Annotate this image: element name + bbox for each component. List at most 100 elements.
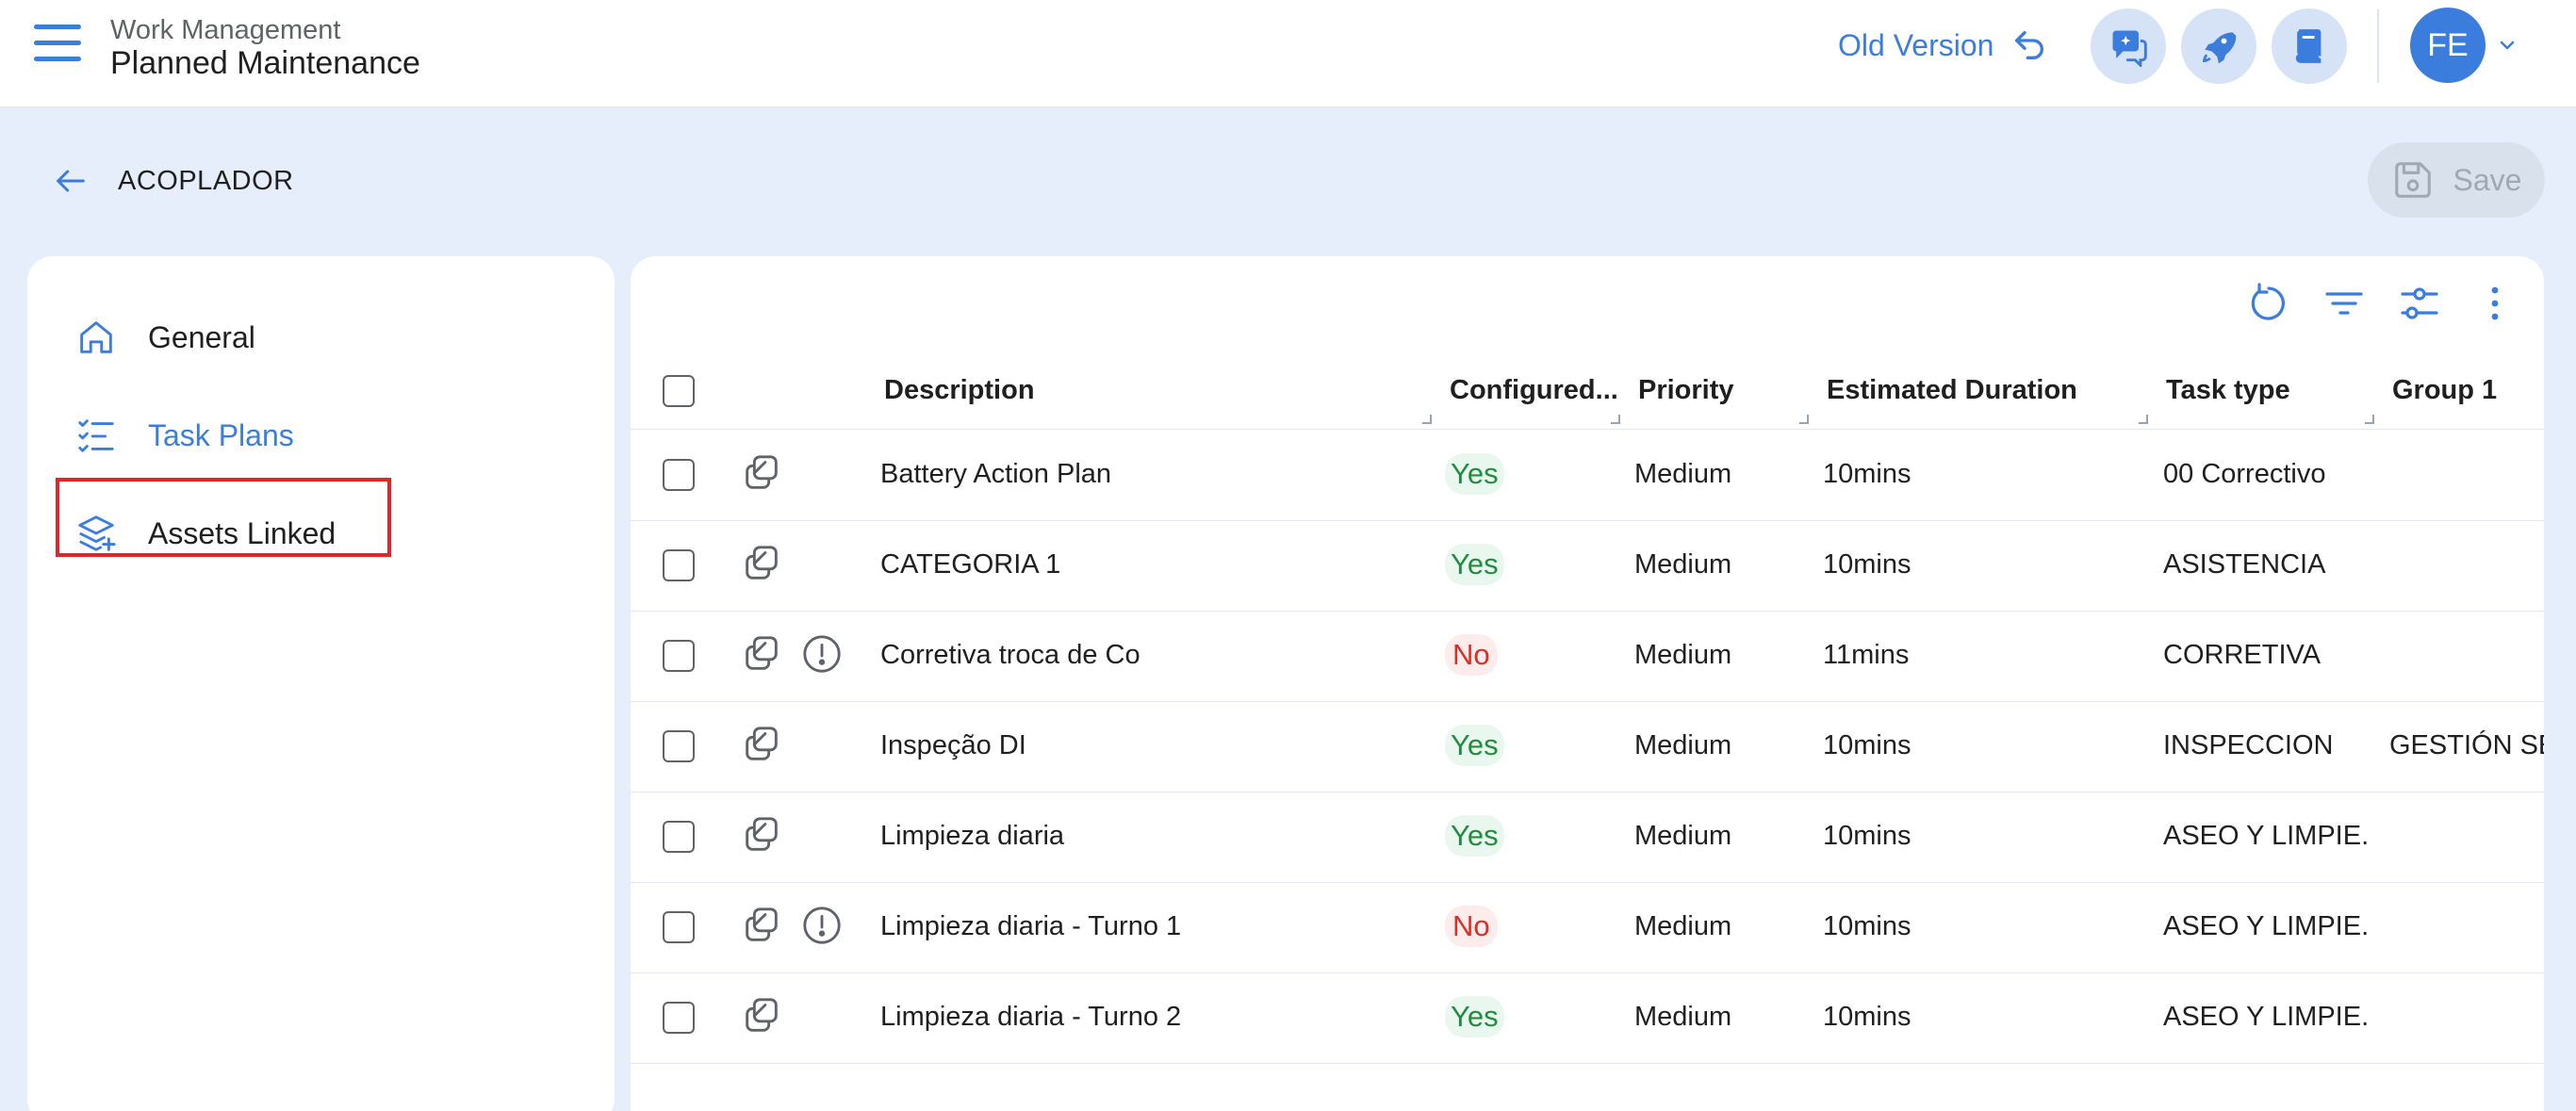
description-cell[interactable]: Inspeção DI — [880, 730, 1408, 761]
sliders-icon[interactable] — [2397, 281, 2442, 326]
configured-badge: No — [1445, 634, 1498, 676]
table-row[interactable]: Limpieza diaria - Turno 2 Yes Medium 10mins… — [631, 973, 2544, 1064]
menu-icon[interactable] — [34, 25, 81, 66]
duplicate-icon[interactable] — [740, 904, 783, 947]
priority-cell: Medium — [1634, 821, 1732, 851]
group-1-cell: GESTIÓN SEF — [2389, 730, 2544, 760]
chat-sparkle-icon — [2112, 30, 2147, 67]
column-resize-handle[interactable] — [1799, 415, 1809, 424]
task-type-cell: ASEO Y LIMPIE... — [2163, 1002, 2371, 1032]
column-header-task-type[interactable]: Task type — [2166, 375, 2290, 406]
top-bar: Work Management Planned Maintenance Old … — [0, 0, 2576, 107]
configured-badge: Yes — [1445, 725, 1504, 766]
row-checkbox[interactable] — [663, 459, 695, 491]
priority-cell: Medium — [1634, 1002, 1732, 1032]
table-row[interactable]: CATEGORIA 1 Yes Medium 10mins ASISTENCIA — [631, 521, 2544, 612]
configured-badge: Yes — [1445, 544, 1504, 585]
old-version-label: Old Version — [1838, 27, 1994, 62]
description-cell[interactable]: CATEGORIA 1 — [880, 549, 1408, 580]
description-cell[interactable]: Limpieza diaria — [880, 821, 1408, 852]
docs-button[interactable] — [2272, 8, 2347, 84]
description-cell[interactable]: Corretiva troca de Co — [880, 640, 1408, 671]
column-resize-handle[interactable] — [1422, 415, 1432, 424]
warning-icon[interactable] — [800, 632, 844, 676]
save-button[interactable]: Save — [2368, 142, 2545, 218]
duration-cell: 10mins — [1823, 1002, 1911, 1032]
task-type-cell: 00 Correctivo — [2163, 459, 2326, 489]
duration-cell: 10mins — [1823, 730, 1911, 760]
duplicate-icon[interactable] — [740, 813, 783, 857]
select-all-checkbox[interactable] — [663, 375, 695, 407]
description-cell[interactable]: Limpieza diaria - Turno 2 — [880, 1002, 1408, 1033]
duration-cell: 10mins — [1823, 821, 1911, 851]
table-header: Description Configured... Priority Estim… — [631, 354, 2544, 430]
duplicate-icon[interactable] — [740, 994, 783, 1037]
book-icon — [2295, 29, 2322, 63]
sidebar-item-general[interactable]: General — [27, 300, 612, 375]
column-resize-handle[interactable] — [2139, 415, 2148, 424]
task-plans-table-panel: Description Configured... Priority Estim… — [631, 256, 2544, 1111]
priority-cell: Medium — [1634, 549, 1732, 580]
row-checkbox[interactable] — [663, 1002, 695, 1034]
table-row[interactable]: Battery Action Plan Yes Medium 10mins 00 Cor… — [631, 431, 2544, 521]
table-row[interactable]: Limpieza diaria - Turno 1 No Medium 10mins A… — [631, 883, 2544, 973]
ai-chat-button[interactable] — [2091, 8, 2166, 84]
asset-name: ACOPLADOR — [118, 166, 294, 196]
back-arrow-icon[interactable] — [49, 162, 92, 200]
priority-cell: Medium — [1634, 640, 1732, 670]
page-title: Planned Maintenance — [110, 45, 420, 81]
description-cell[interactable]: Battery Action Plan — [880, 459, 1408, 490]
priority-cell: Medium — [1634, 730, 1732, 760]
table-row[interactable]: Corretiva troca de Co No Medium 11mins CORRE… — [631, 612, 2544, 702]
duration-cell: 11mins — [1823, 640, 1910, 670]
duplicate-icon[interactable] — [740, 451, 783, 495]
header-divider — [2377, 9, 2379, 83]
chevron-down-icon[interactable] — [2496, 34, 2519, 57]
column-header-group-1[interactable]: Group 1 — [2392, 375, 2497, 406]
column-header-configured[interactable]: Configured... — [1450, 375, 1618, 406]
duplicate-icon[interactable] — [740, 723, 783, 766]
column-header-estimated-duration[interactable]: Estimated Duration — [1827, 375, 2077, 406]
row-checkbox[interactable] — [663, 730, 695, 762]
duplicate-icon[interactable] — [740, 632, 783, 676]
sidebar: General Task Plans Assets Linked — [27, 256, 615, 1111]
row-checkbox[interactable] — [663, 549, 695, 581]
more-vertical-icon[interactable] — [2472, 281, 2518, 326]
column-header-priority[interactable]: Priority — [1638, 375, 1734, 406]
description-cell[interactable]: Limpieza diaria - Turno 1 — [880, 911, 1408, 942]
old-version-link[interactable]: Old Version — [1838, 25, 2048, 66]
duplicate-icon[interactable] — [740, 542, 783, 585]
avatar[interactable]: FE — [2410, 8, 2486, 83]
row-checkbox[interactable] — [663, 821, 695, 853]
row-checkbox[interactable] — [663, 640, 695, 672]
table-row[interactable]: Inspeção DI Yes Medium 10mins INSPECCION GEST… — [631, 702, 2544, 792]
task-type-cell: ASISTENCIA — [2163, 549, 2326, 580]
duration-cell: 10mins — [1823, 459, 1911, 489]
configured-badge: Yes — [1445, 815, 1504, 857]
task-type-cell: CORRETIVA — [2163, 640, 2322, 670]
column-header-description[interactable]: Description — [884, 375, 1035, 406]
home-icon — [80, 321, 112, 353]
save-label: Save — [2453, 162, 2522, 197]
configured-badge: Yes — [1445, 453, 1504, 495]
sidebar-item-label: General — [148, 319, 255, 354]
task-type-cell: ASEO Y LIMPIE... — [2163, 911, 2371, 941]
floppy-disk-icon — [2394, 162, 2431, 198]
duration-cell: 10mins — [1823, 911, 1911, 941]
duration-cell: 10mins — [1823, 549, 1911, 580]
sidebar-item-label: Task Plans — [148, 417, 294, 452]
priority-cell: Medium — [1634, 911, 1732, 941]
refresh-icon[interactable] — [2246, 281, 2291, 326]
configured-badge: Yes — [1445, 996, 1504, 1037]
table-row[interactable]: Limpieza diaria Yes Medium 10mins ASEO Y LIM… — [631, 792, 2544, 883]
task-type-cell: INSPECCION — [2163, 730, 2334, 760]
column-resize-handle[interactable] — [1611, 415, 1620, 424]
module-name: Work Management — [110, 15, 341, 45]
row-checkbox[interactable] — [663, 911, 695, 943]
column-resize-handle[interactable] — [2365, 415, 2374, 424]
sidebar-item-task-plans[interactable]: Task Plans — [27, 398, 612, 473]
launch-button[interactable] — [2181, 8, 2256, 84]
warning-icon[interactable] — [800, 904, 844, 947]
filter-icon[interactable] — [2322, 281, 2367, 326]
priority-cell: Medium — [1634, 459, 1732, 489]
